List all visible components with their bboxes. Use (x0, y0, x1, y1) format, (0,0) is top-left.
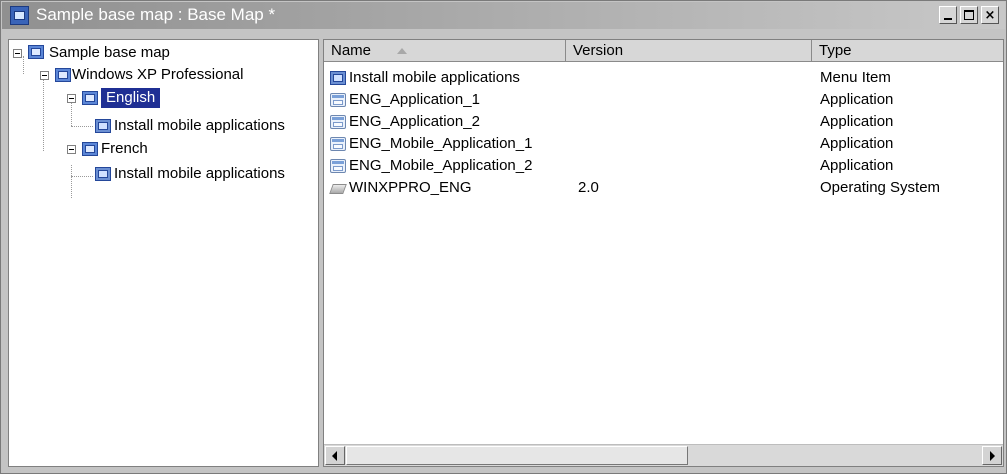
tree-node-label: Install mobile applications (114, 165, 285, 182)
tree-connector (23, 56, 24, 74)
table-row[interactable]: ENG_Application_1 Application (324, 89, 1003, 111)
column-header-version[interactable]: Version (566, 40, 812, 62)
row-type: Application (820, 91, 894, 108)
base-map-window: Sample base map : Base Map * × Sample ba… (0, 0, 1007, 474)
table-row[interactable]: ENG_Application_2 Application (324, 111, 1003, 133)
window-title: Sample base map : Base Map * (36, 5, 276, 24)
row-name: WINXPPRO_ENG (349, 179, 472, 196)
row-type: Application (820, 113, 894, 130)
row-type: Application (820, 135, 894, 152)
window-app-icon (10, 6, 29, 25)
row-version: 2.0 (578, 179, 599, 196)
application-icon (330, 115, 346, 129)
collapse-icon[interactable] (40, 71, 49, 80)
application-icon (330, 137, 346, 151)
row-name: Install mobile applications (349, 69, 520, 86)
table-row[interactable]: WINXPPRO_ENG 2.0 Operating System (324, 177, 1003, 199)
row-type: Operating System (820, 179, 941, 196)
column-header-label: Name (331, 42, 372, 59)
close-button[interactable]: × (981, 6, 999, 24)
menu-item-icon (95, 167, 111, 181)
title-bar[interactable]: Sample base map : Base Map * × (2, 2, 1005, 29)
base-map-icon (28, 45, 44, 59)
application-icon (330, 159, 346, 173)
tree-connector (71, 176, 93, 177)
row-name: ENG_Mobile_Application_1 (349, 135, 533, 152)
tree-node-label: Windows XP Professional (72, 66, 244, 83)
minimize-button[interactable] (939, 6, 957, 24)
sort-ascending-icon (397, 48, 407, 54)
tree-connector (71, 165, 72, 198)
row-type: Menu Item (820, 69, 891, 86)
column-header-label: Type (819, 42, 852, 59)
column-header-label: Version (573, 42, 624, 59)
table-row[interactable]: ENG_Mobile_Application_2 Application (324, 155, 1003, 177)
collapse-icon[interactable] (67, 94, 76, 103)
contents-list[interactable]: Name Version Type Install mobile applica… (323, 39, 1004, 467)
tree-node-label: Install mobile applications (114, 117, 285, 134)
column-header-name[interactable]: Name (324, 40, 566, 62)
collapse-icon[interactable] (13, 49, 22, 58)
table-row[interactable]: ENG_Mobile_Application_1 Application (324, 133, 1003, 155)
tree-node-label: Sample base map (49, 44, 170, 61)
tree-connector (71, 126, 93, 127)
base-map-tree[interactable]: Sample base map Windows XP Professional … (8, 39, 319, 467)
horizontal-scrollbar[interactable] (324, 444, 1003, 466)
table-row[interactable]: Install mobile applications Menu Item (324, 67, 1003, 89)
language-icon (82, 91, 98, 105)
menu-item-icon (95, 119, 111, 133)
scroll-right-button[interactable] (982, 446, 1002, 465)
row-name: ENG_Application_2 (349, 113, 480, 130)
tree-connector (43, 75, 44, 151)
maximize-button[interactable] (960, 6, 978, 24)
operating-system-icon (55, 68, 71, 82)
column-header-type[interactable]: Type (812, 40, 1003, 62)
collapse-icon[interactable] (67, 145, 76, 154)
application-icon (330, 93, 346, 107)
row-name: ENG_Mobile_Application_2 (349, 157, 533, 174)
menu-item-icon (330, 71, 346, 85)
row-name: ENG_Application_1 (349, 91, 480, 108)
scroll-left-button[interactable] (325, 446, 345, 465)
row-type: Application (820, 157, 894, 174)
language-icon (82, 142, 98, 156)
tree-node-label: French (101, 140, 148, 157)
os-image-icon (329, 184, 347, 194)
tree-node-label: English (101, 88, 161, 108)
scroll-thumb[interactable] (346, 446, 688, 465)
